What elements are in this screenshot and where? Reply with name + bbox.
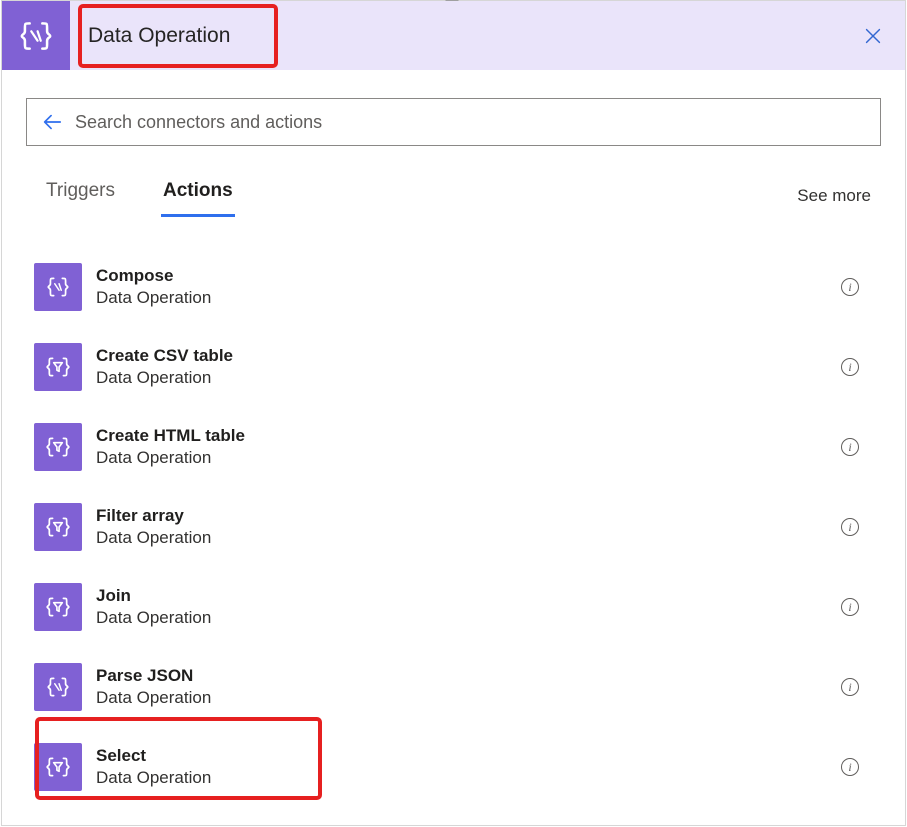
filter-braces-icon bbox=[45, 354, 71, 380]
action-text: Parse JSONData Operation bbox=[96, 666, 841, 708]
action-title: Create HTML table bbox=[96, 426, 841, 446]
info-icon[interactable]: i bbox=[841, 598, 859, 616]
code-braces-icon bbox=[45, 674, 71, 700]
filter-braces-icon bbox=[45, 514, 71, 540]
tabs-row: Triggers Actions See more bbox=[26, 174, 881, 217]
panel-title: Data Operation bbox=[70, 24, 230, 48]
action-item[interactable]: Filter arrayData Operationi bbox=[28, 487, 879, 567]
action-text: ComposeData Operation bbox=[96, 266, 841, 308]
info-icon[interactable]: i bbox=[841, 358, 859, 376]
tab-actions[interactable]: Actions bbox=[161, 174, 235, 217]
action-item[interactable]: SelectData Operationi bbox=[28, 727, 879, 807]
action-item[interactable]: ComposeData Operationi bbox=[28, 247, 879, 327]
action-title: Join bbox=[96, 586, 841, 606]
action-item[interactable]: Create HTML tableData Operationi bbox=[28, 407, 879, 487]
action-title: Parse JSON bbox=[96, 666, 841, 686]
action-icon bbox=[34, 663, 82, 711]
action-subtitle: Data Operation bbox=[96, 368, 841, 388]
code-braces-icon bbox=[17, 17, 55, 55]
search-input[interactable] bbox=[75, 112, 866, 133]
action-item[interactable]: JoinData Operationi bbox=[28, 567, 879, 647]
connector-panel: Data Operation Triggers Actions See more… bbox=[1, 0, 906, 826]
info-icon[interactable]: i bbox=[841, 438, 859, 456]
action-icon bbox=[34, 423, 82, 471]
action-icon bbox=[34, 503, 82, 551]
action-icon bbox=[34, 583, 82, 631]
action-title: Create CSV table bbox=[96, 346, 841, 366]
panel-header: Data Operation bbox=[2, 1, 905, 70]
panel-body: Triggers Actions See more ComposeData Op… bbox=[2, 70, 905, 807]
info-icon[interactable]: i bbox=[841, 678, 859, 696]
action-item[interactable]: Parse JSONData Operationi bbox=[28, 647, 879, 727]
filter-braces-icon bbox=[45, 754, 71, 780]
action-icon bbox=[34, 743, 82, 791]
action-item[interactable]: Create CSV tableData Operationi bbox=[28, 327, 879, 407]
search-box[interactable] bbox=[26, 98, 881, 146]
info-icon[interactable]: i bbox=[841, 278, 859, 296]
info-icon[interactable]: i bbox=[841, 758, 859, 776]
close-button[interactable] bbox=[859, 22, 887, 50]
tab-triggers[interactable]: Triggers bbox=[44, 174, 117, 217]
action-subtitle: Data Operation bbox=[96, 288, 841, 308]
actions-list: ComposeData OperationiCreate CSV tableDa… bbox=[26, 247, 881, 807]
see-more-link[interactable]: See more bbox=[797, 186, 871, 206]
action-title: Select bbox=[96, 746, 841, 766]
code-braces-icon bbox=[45, 274, 71, 300]
action-subtitle: Data Operation bbox=[96, 448, 841, 468]
action-icon bbox=[34, 263, 82, 311]
action-text: JoinData Operation bbox=[96, 586, 841, 628]
action-text: Filter arrayData Operation bbox=[96, 506, 841, 548]
action-title: Compose bbox=[96, 266, 841, 286]
info-icon[interactable]: i bbox=[841, 518, 859, 536]
connector-icon bbox=[2, 1, 70, 70]
action-subtitle: Data Operation bbox=[96, 528, 841, 548]
close-icon bbox=[862, 25, 884, 47]
back-button[interactable] bbox=[41, 111, 63, 133]
action-icon bbox=[34, 343, 82, 391]
action-title: Filter array bbox=[96, 506, 841, 526]
arrow-left-icon bbox=[41, 111, 63, 133]
action-text: Create HTML tableData Operation bbox=[96, 426, 841, 468]
action-subtitle: Data Operation bbox=[96, 608, 841, 628]
filter-braces-icon bbox=[45, 434, 71, 460]
action-text: SelectData Operation bbox=[96, 746, 841, 788]
action-subtitle: Data Operation bbox=[96, 768, 841, 788]
action-subtitle: Data Operation bbox=[96, 688, 841, 708]
filter-braces-icon bbox=[45, 594, 71, 620]
action-text: Create CSV tableData Operation bbox=[96, 346, 841, 388]
